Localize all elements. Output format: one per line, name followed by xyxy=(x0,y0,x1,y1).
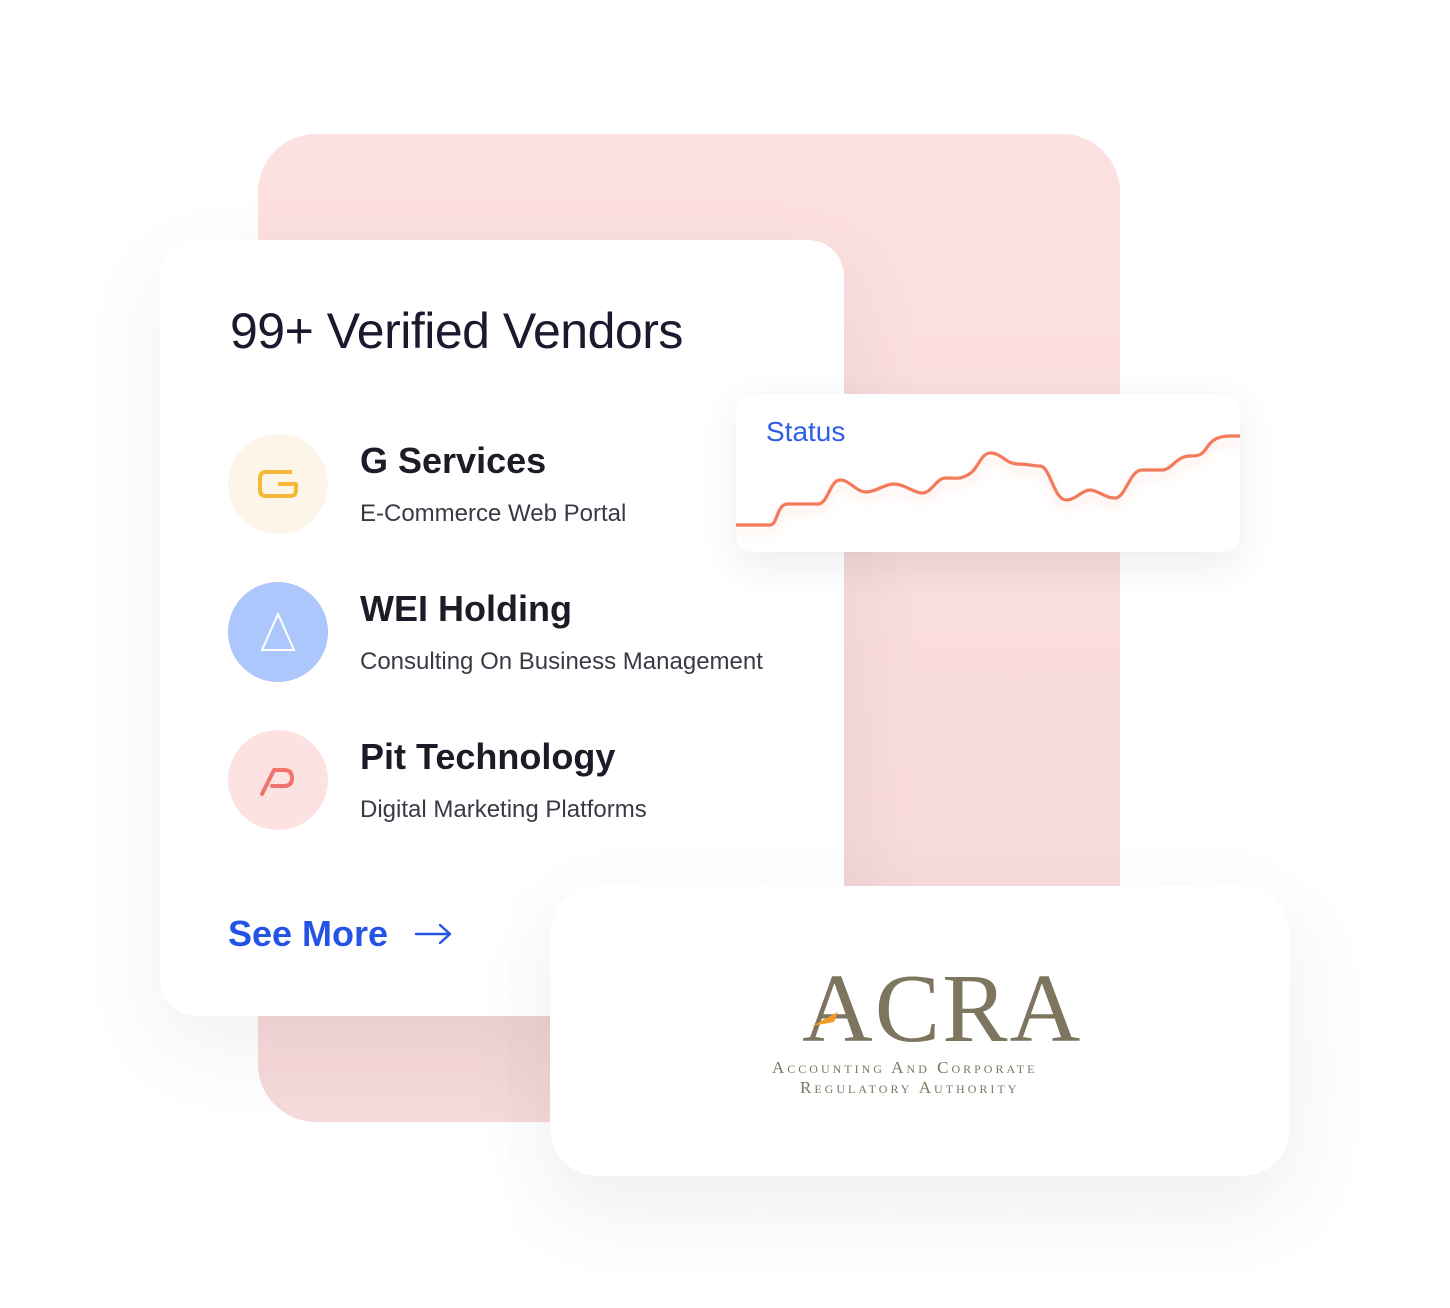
vendor-item-pit-technology[interactable]: Pit Technology Digital Marketing Platfor… xyxy=(228,730,828,830)
vendor-name: Pit Technology xyxy=(360,736,616,777)
g-letter-icon xyxy=(228,434,328,534)
status-card: Status xyxy=(736,394,1240,552)
vendor-item-wei-holding[interactable]: WEI Holding Consulting On Business Manag… xyxy=(228,582,828,682)
vendor-description: Digital Marketing Platforms xyxy=(360,796,647,823)
acra-accent-mark xyxy=(812,1012,838,1026)
card-title: 99+ Verified Vendors xyxy=(230,303,683,359)
see-more-link[interactable]: See More xyxy=(228,912,454,956)
acra-logo-wordmark: ACRA xyxy=(802,955,1083,1063)
status-line xyxy=(736,434,1240,527)
arrow-right-icon xyxy=(414,923,452,945)
acra-logo-line1: Accounting And Corporate xyxy=(772,1058,1038,1077)
acra-logo-line2: Regulatory Authority xyxy=(800,1078,1020,1097)
vendor-description: E-Commerce Web Portal xyxy=(360,500,627,527)
see-more-label: See More xyxy=(228,913,389,954)
acra-card: ACRA Accounting And Corporate Regulatory… xyxy=(550,886,1290,1176)
triangle-icon xyxy=(228,582,328,682)
vendor-name: G Services xyxy=(360,440,547,481)
vendor-name: WEI Holding xyxy=(360,588,572,629)
vendor-description: Consulting On Business Management xyxy=(360,648,763,675)
status-sparkline xyxy=(736,434,1240,527)
acra-logo: ACRA Accounting And Corporate Regulatory… xyxy=(772,958,1080,1098)
p-letter-icon xyxy=(228,730,328,830)
